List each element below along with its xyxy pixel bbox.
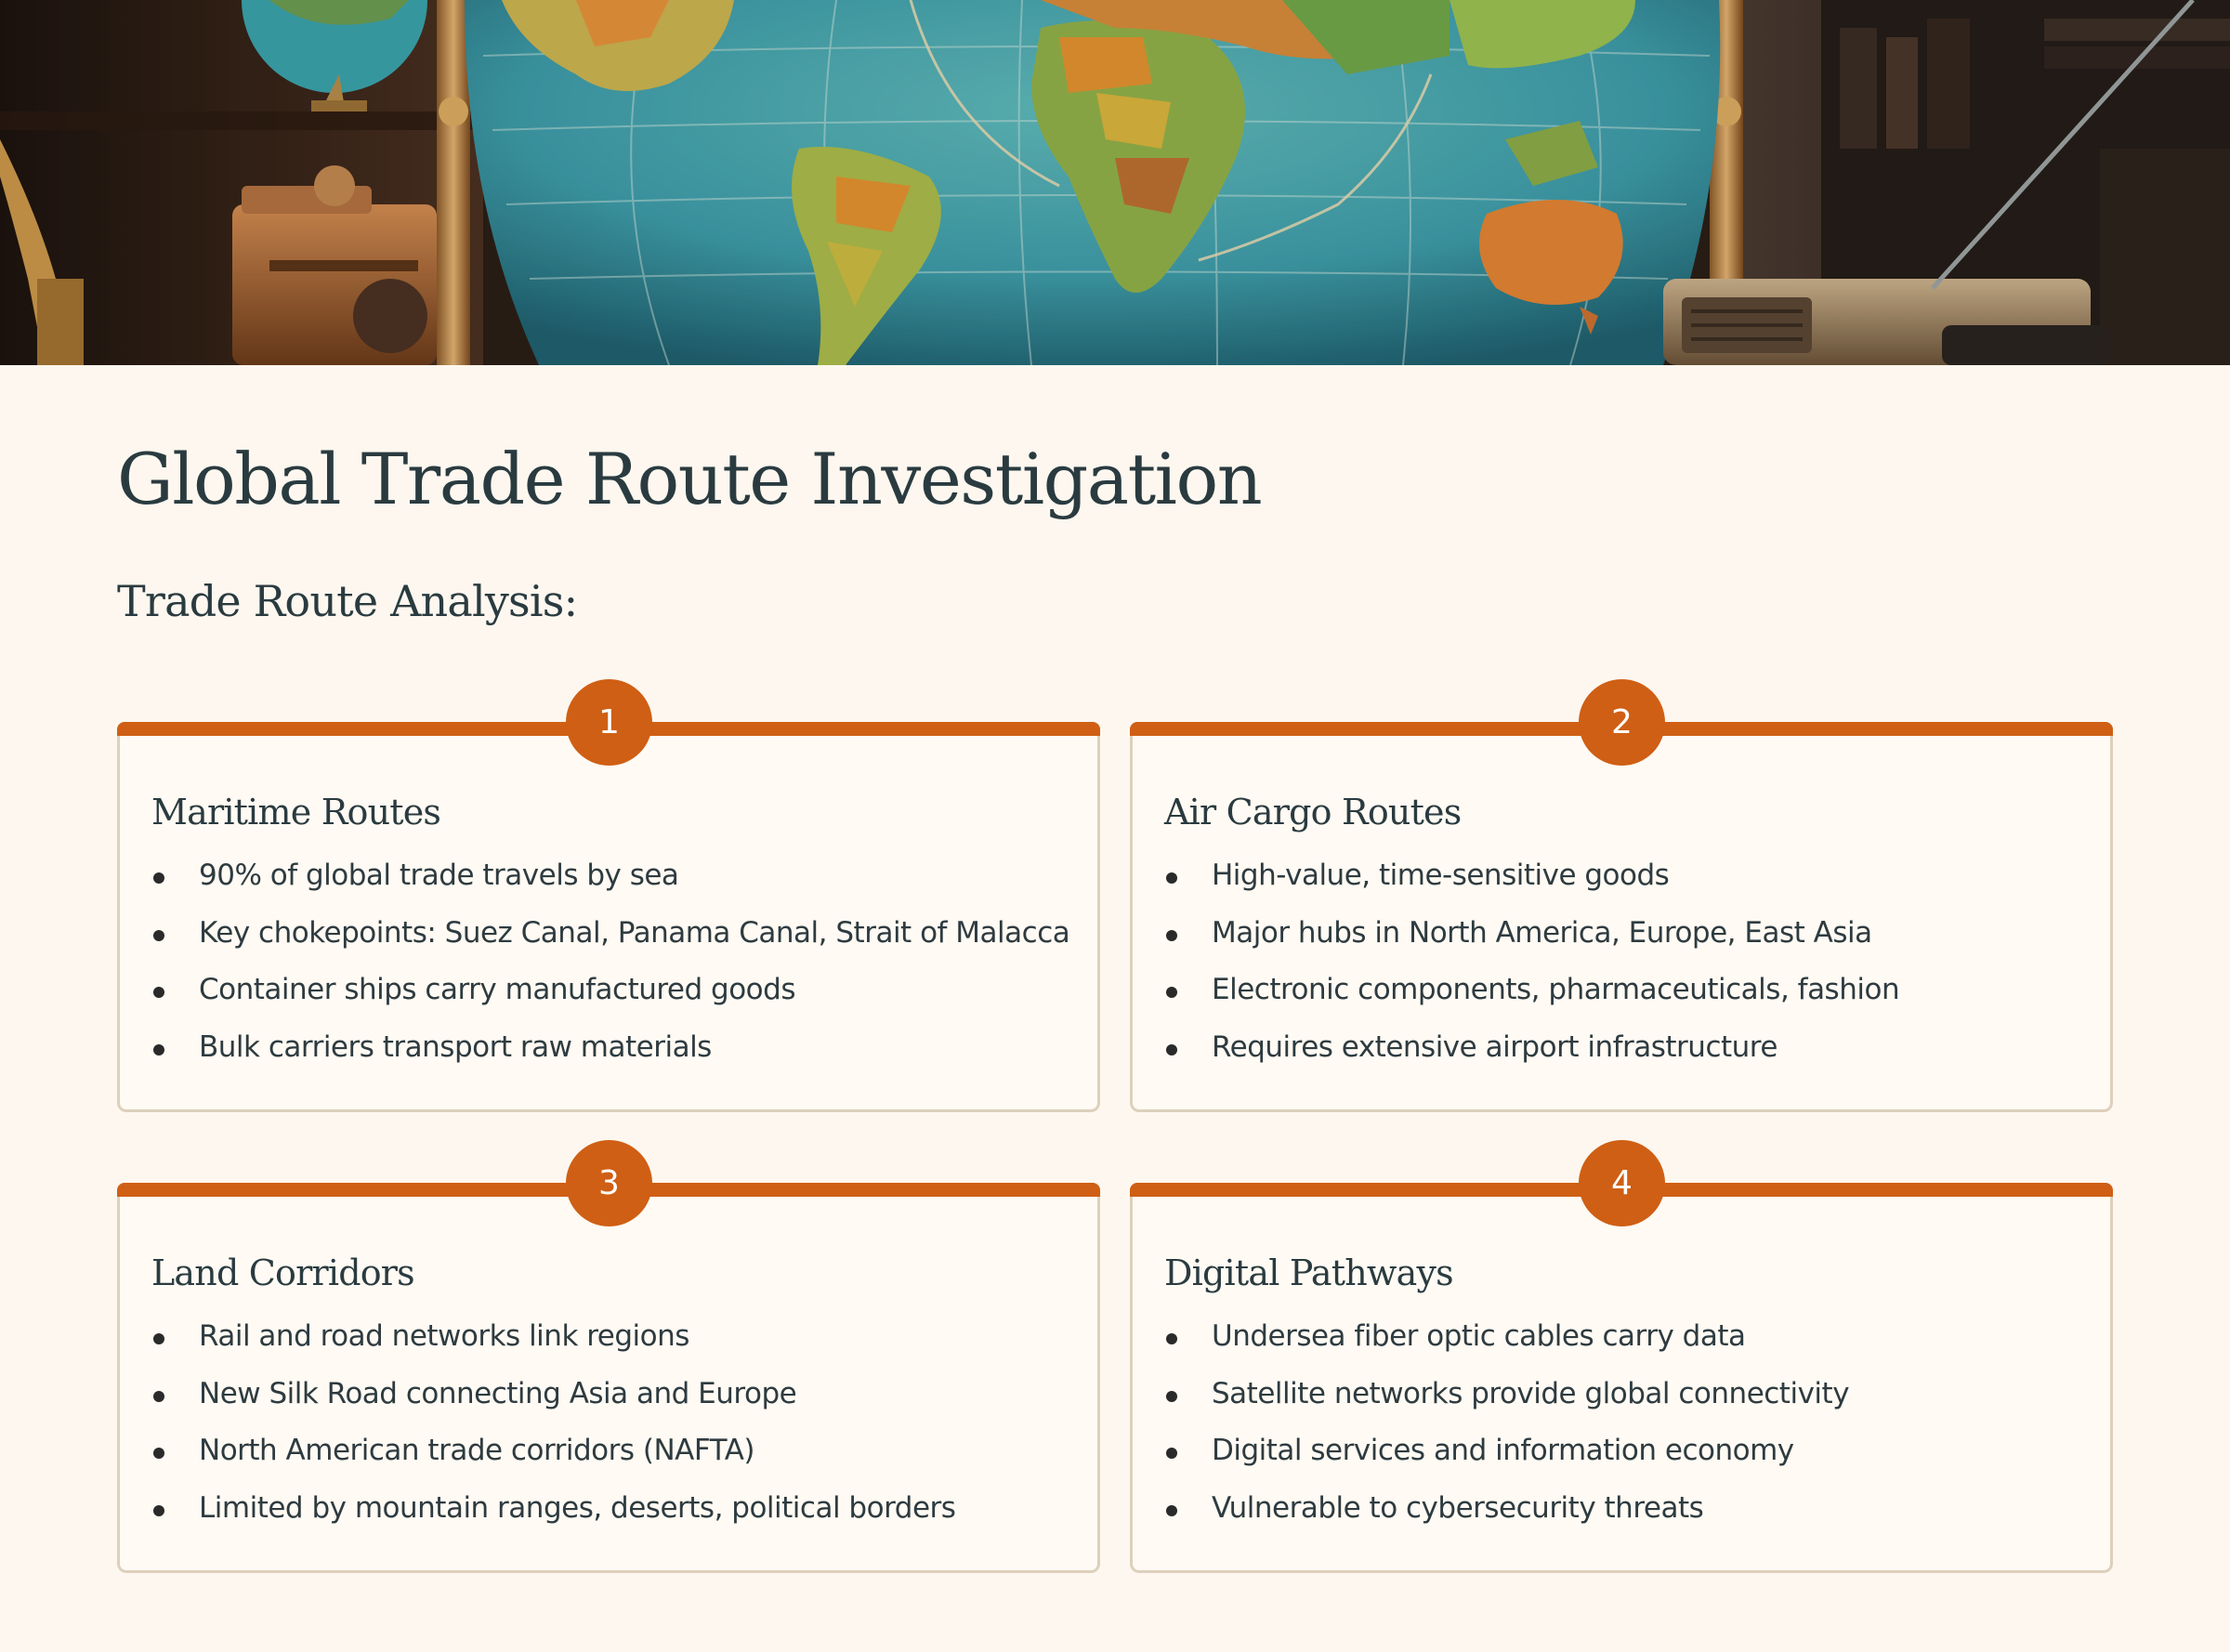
route-card-air-cargo: 2 Air Cargo Routes High-value, time-sens… — [1130, 679, 2113, 1112]
bullet-icon — [153, 1390, 164, 1402]
list-item: High-value, time-sensitive goods — [1164, 861, 1899, 919]
list-item-text: Bulk carriers transport raw materials — [199, 1029, 712, 1064]
bullet-icon — [153, 1333, 164, 1344]
list-item: Electronic components, pharmaceuticals, … — [1164, 973, 1900, 1033]
bullet-icon — [153, 1504, 164, 1516]
route-card-land-corridors: 3 Land Corridors Rail and road networks … — [117, 1140, 1100, 1573]
list-item-text: New Silk Road connecting Asia and Europe — [199, 1376, 797, 1410]
route-card-maritime: 1 Maritime Routes 90% of global trade tr… — [117, 679, 1100, 1112]
list-item-text: Major hubs in North America, Europe, Eas… — [1212, 915, 1872, 950]
list-item-text: High-value, time-sensitive goods — [1212, 859, 1670, 892]
card-title: Digital Pathways — [1164, 1252, 1454, 1293]
list-item: Limited by mountain ranges, deserts, pol… — [151, 1490, 956, 1552]
bullet-icon — [1166, 1333, 1177, 1344]
list-item: Major hubs in North America, Europe, Eas… — [1164, 915, 1899, 977]
list-item: North American trade corridors (NAFTA) — [151, 1436, 955, 1494]
card-bullet-list: Undersea fiber optic cables carry data S… — [1164, 1322, 1850, 1552]
list-item-text: Key chokepoints: Suez Canal, Panama Cana… — [199, 915, 1070, 950]
list-item: 90% of global trade travels by sea — [151, 861, 1069, 919]
bullet-icon — [1166, 987, 1177, 998]
bullet-icon — [1166, 1390, 1177, 1402]
bullet-icon — [153, 987, 164, 998]
hero-banner-image — [0, 0, 2230, 365]
card-title: Air Cargo Routes — [1164, 792, 1462, 833]
bullet-icon — [1166, 1043, 1177, 1055]
list-item: Requires extensive airport infrastructur… — [1164, 1029, 1899, 1091]
list-item: Bulk carriers transport raw materials — [151, 1029, 1069, 1091]
list-item-text: Requires extensive airport infrastructur… — [1212, 1029, 1777, 1064]
card-bullet-list: Rail and road networks link regions New … — [151, 1322, 956, 1552]
list-item: Undersea fiber optic cables carry data — [1164, 1322, 1849, 1380]
vintage-globe-illustration — [0, 0, 2230, 365]
card-title: Maritime Routes — [151, 792, 441, 833]
bullet-icon — [1166, 1504, 1177, 1516]
list-item-text: Satellite networks provide global connec… — [1212, 1376, 1850, 1410]
list-item-text: Container ships carry manufactured goods — [199, 973, 795, 1006]
route-card-digital-pathways: 4 Digital Pathways Undersea fiber optic … — [1130, 1140, 2113, 1573]
page-title: Global Trade Route Investigation — [117, 438, 1263, 520]
card-title: Land Corridors — [151, 1252, 415, 1293]
list-item-text: Electronic components, pharmaceuticals, … — [1212, 973, 1900, 1006]
list-item-text: 90% of global trade travels by sea — [199, 859, 679, 892]
list-item: Satellite networks provide global connec… — [1164, 1376, 1850, 1437]
list-item: Key chokepoints: Suez Canal, Panama Cana… — [151, 915, 1070, 977]
list-item: Container ships carry manufactured goods — [151, 976, 1069, 1033]
bullet-icon — [153, 872, 164, 884]
list-item-text: North American trade corridors (NAFTA) — [199, 1434, 755, 1467]
card-number-badge: 1 — [566, 679, 652, 766]
card-bullet-list: High-value, time-sensitive goods Major h… — [1164, 861, 1900, 1091]
bullet-icon — [1166, 929, 1177, 941]
bullet-icon — [1166, 1448, 1177, 1459]
card-number-badge: 4 — [1579, 1140, 1665, 1226]
list-item-text: Undersea fiber optic cables carry data — [1212, 1319, 1746, 1353]
bullet-icon — [153, 929, 164, 941]
bullet-icon — [1166, 872, 1177, 884]
card-number-badge: 3 — [566, 1140, 652, 1226]
card-number-badge: 2 — [1579, 679, 1665, 766]
bullet-icon — [153, 1448, 164, 1459]
list-item: Digital services and information economy — [1164, 1436, 1849, 1494]
list-item-text: Vulnerable to cybersecurity threats — [1212, 1490, 1704, 1525]
list-item: Rail and road networks link regions — [151, 1322, 955, 1380]
list-item-text: Digital services and information economy — [1212, 1434, 1794, 1467]
list-item-text: Rail and road networks link regions — [199, 1319, 689, 1353]
section-heading: Trade Route Analysis: — [117, 576, 578, 626]
bullet-icon — [153, 1043, 164, 1055]
list-item: Vulnerable to cybersecurity threats — [1164, 1490, 1849, 1552]
list-item: New Silk Road connecting Asia and Europe — [151, 1376, 955, 1437]
list-item-text: Limited by mountain ranges, deserts, pol… — [199, 1490, 956, 1525]
card-bullet-list: 90% of global trade travels by sea Key c… — [151, 861, 1070, 1091]
